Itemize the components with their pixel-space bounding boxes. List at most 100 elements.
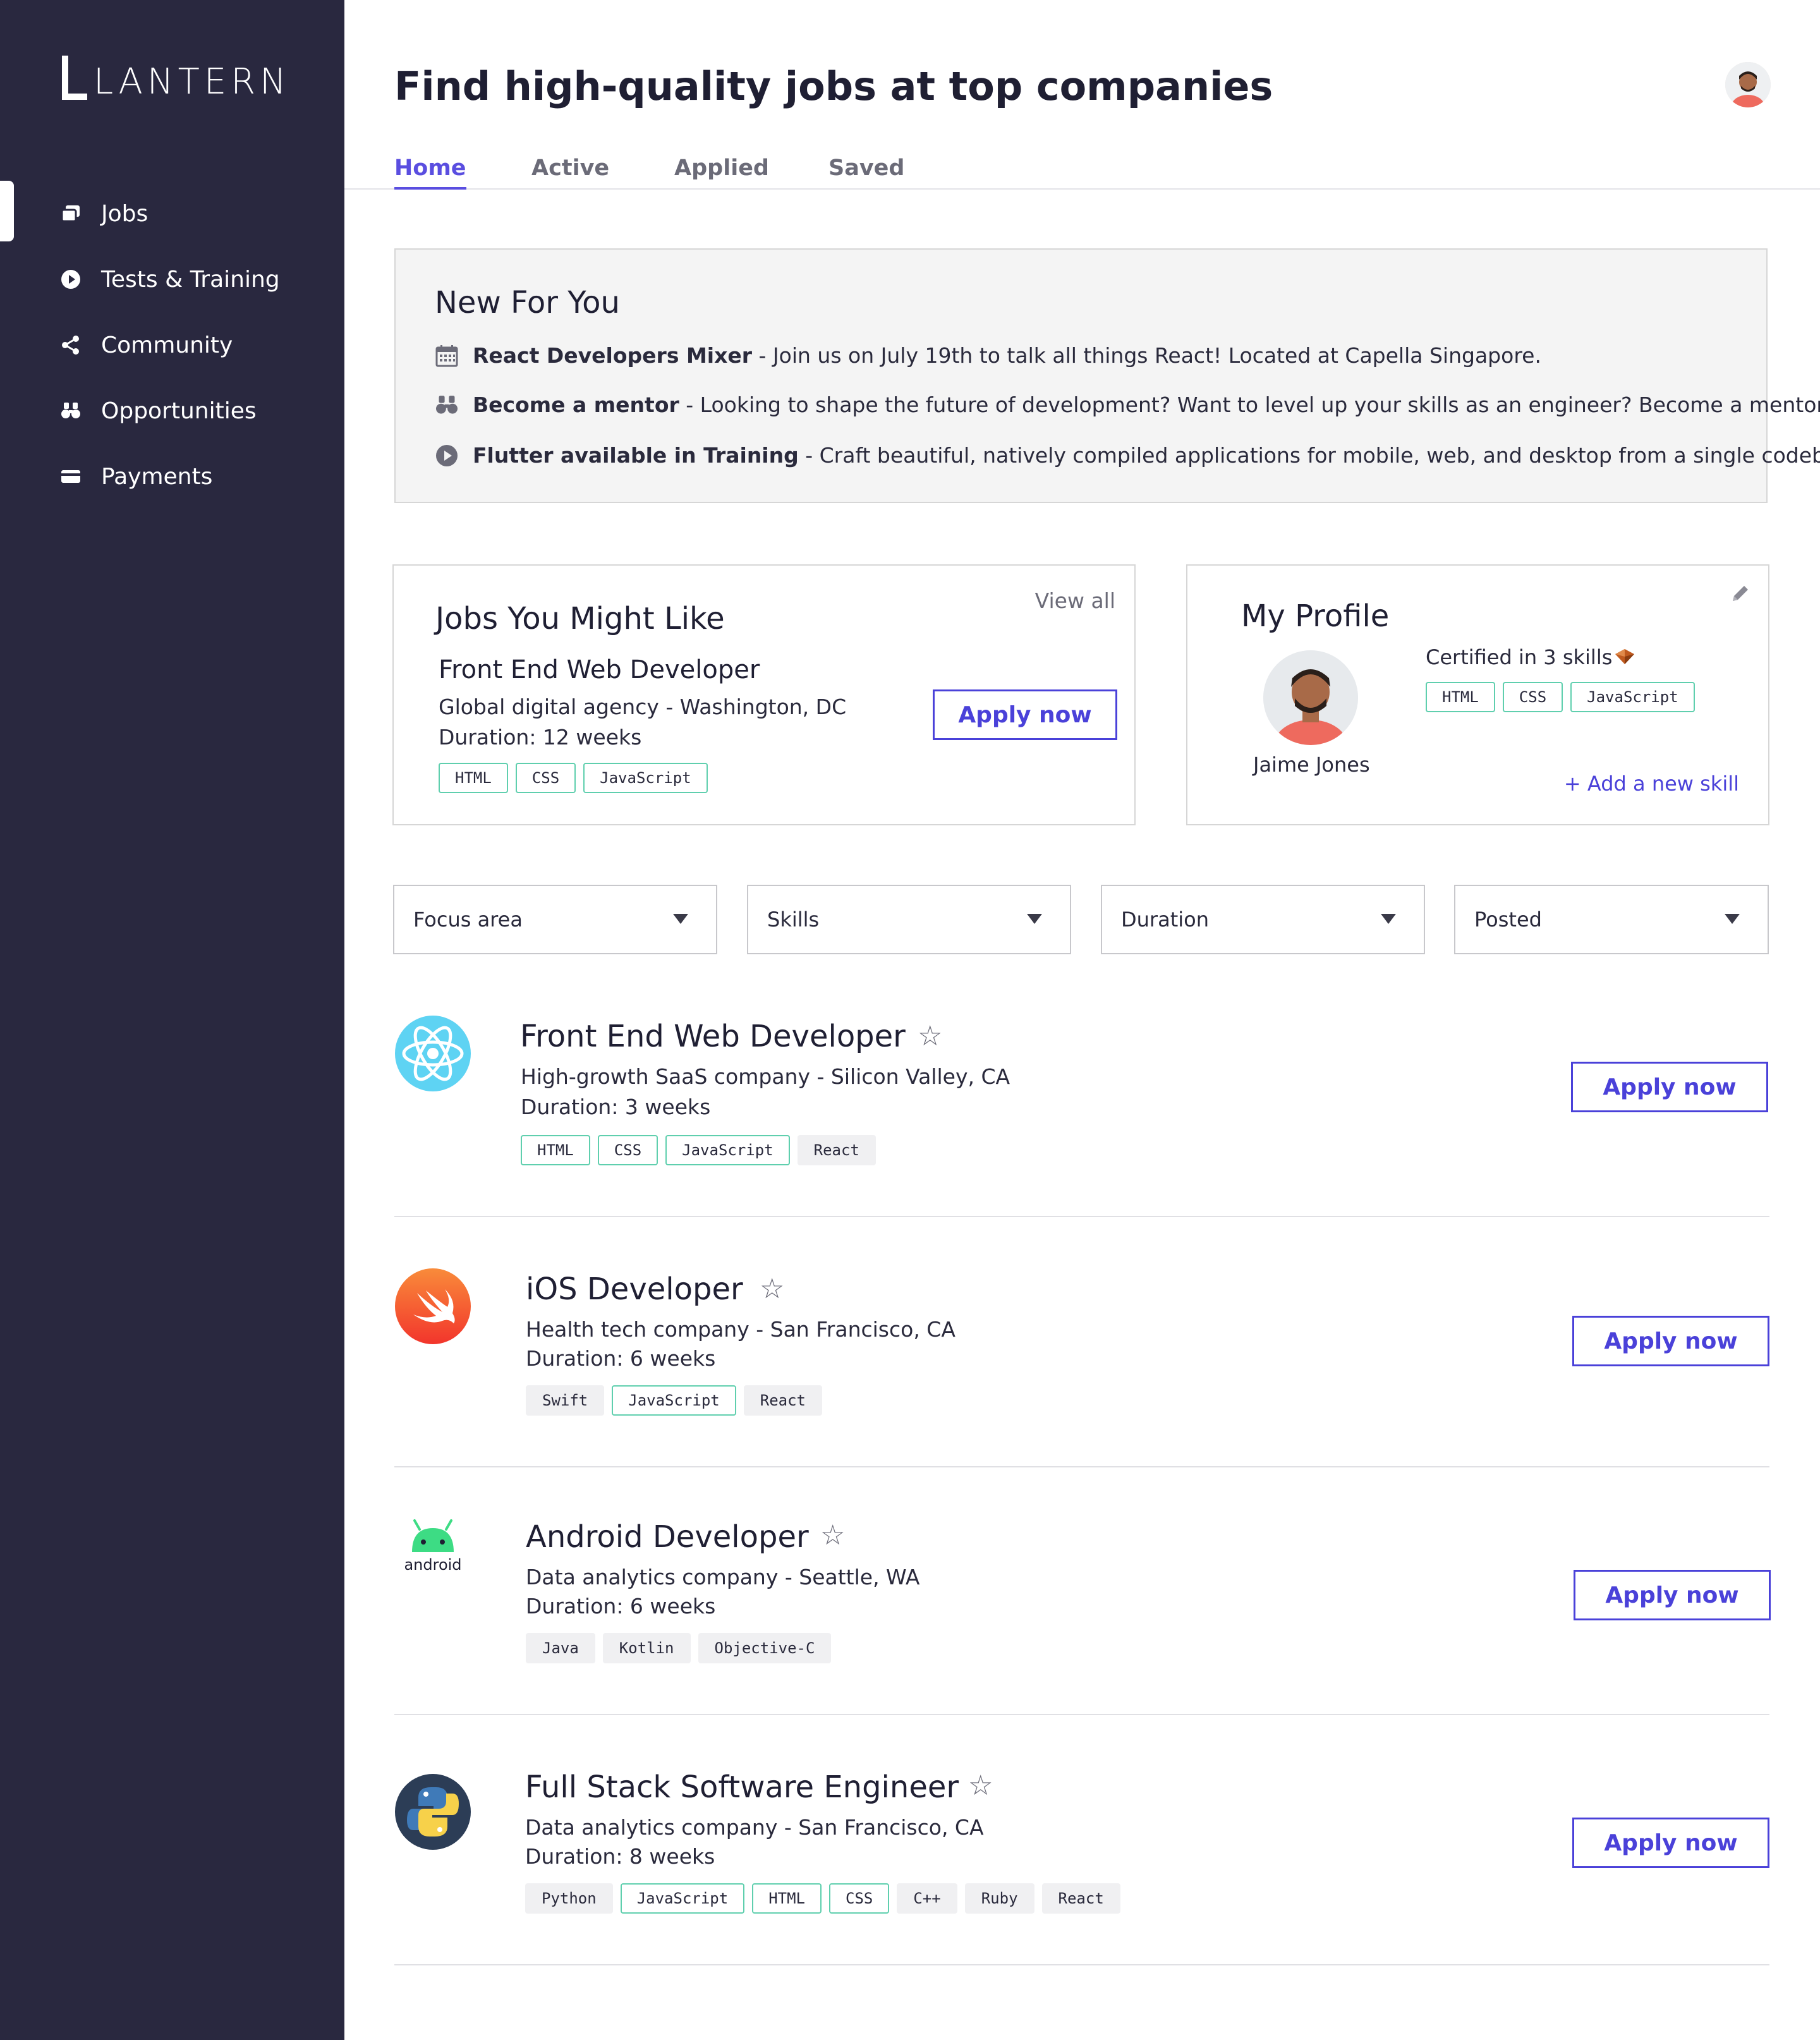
- binoculars-icon: [435, 393, 459, 417]
- certified-count: Certified in 3 skills: [1426, 645, 1613, 669]
- card-icon: [60, 466, 82, 487]
- job-title[interactable]: Front End Web Developer: [439, 655, 760, 684]
- job-title[interactable]: Full Stack Software Engineer: [525, 1770, 959, 1805]
- dropdown-label: Duration: [1121, 908, 1209, 932]
- news-item[interactable]: Flutter available in Training - Craft be…: [435, 443, 1820, 468]
- tab-active[interactable]: Active: [531, 155, 609, 181]
- skill-tag: CSS: [597, 1135, 658, 1165]
- star-icon[interactable]: ☆: [968, 1770, 993, 1802]
- posted-dropdown[interactable]: Posted: [1454, 885, 1769, 954]
- sidebar-item-label: Opportunities: [101, 398, 257, 424]
- chevron-down-icon: [1381, 914, 1396, 924]
- divider: [394, 1466, 1769, 1467]
- apply-now-button[interactable]: Apply now: [1572, 1316, 1769, 1366]
- card-title: My Profile: [1241, 598, 1390, 634]
- skill-tag: HTML: [439, 763, 508, 793]
- chevron-down-icon: [673, 914, 688, 924]
- python-logo: [394, 1773, 471, 1850]
- sidebar-item-community[interactable]: Community: [0, 312, 344, 378]
- new-for-you-panel: New For You React Developers Mixer - Joi…: [394, 248, 1820, 503]
- focus-area-dropdown[interactable]: Focus area: [393, 885, 717, 954]
- skill-tag: React: [797, 1135, 876, 1165]
- sidebar-item-label: Community: [101, 332, 233, 358]
- job-duration: Duration: 3 weeks: [521, 1095, 711, 1119]
- apply-now-button[interactable]: Apply now: [933, 689, 1117, 740]
- job-title[interactable]: Android Developer: [526, 1519, 809, 1555]
- job-title[interactable]: Front End Web Developer: [520, 1019, 906, 1054]
- apply-now-button[interactable]: Apply now: [1572, 1818, 1769, 1868]
- calendar-icon: [435, 344, 459, 368]
- sidebar-item-jobs[interactable]: Jobs: [0, 181, 344, 246]
- sidebar-item-label: Payments: [101, 463, 213, 490]
- tab-bar: Home Active Applied Saved: [344, 145, 1820, 190]
- react-logo: [394, 1015, 471, 1092]
- star-icon[interactable]: ☆: [918, 1020, 942, 1052]
- sidebar: LANTERN Jobs Tests & Training Community …: [0, 0, 344, 2040]
- certified-badge-icon: [1614, 648, 1635, 668]
- view-all-link[interactable]: View all: [1035, 588, 1115, 613]
- sidebar-item-opportunities[interactable]: Opportunities: [0, 378, 344, 444]
- page-title: Find high-quality jobs at top companies: [394, 63, 1273, 109]
- profile-avatar[interactable]: [1263, 650, 1358, 745]
- skill-tags: Python JavaScript HTML CSS C++ Ruby Reac…: [525, 1883, 1120, 1914]
- job-listing: android Android Developer ☆ Data analyti…: [394, 1512, 1771, 1718]
- skill-tag: Objective-C: [698, 1633, 832, 1663]
- job-listing: Full Stack Software Engineer ☆ Data anal…: [394, 1761, 1769, 1967]
- news-item-title: Become a mentor: [473, 392, 679, 417]
- avatar[interactable]: [1725, 62, 1771, 107]
- job-duration: Duration: 12 weeks: [439, 725, 642, 750]
- skill-tags: HTML CSS JavaScript React: [521, 1135, 876, 1165]
- skill-tag: HTML: [752, 1883, 822, 1914]
- job-title[interactable]: iOS Developer: [526, 1272, 743, 1307]
- brand-logo[interactable]: LANTERN: [62, 56, 291, 100]
- profile-name: Jaime Jones: [1253, 753, 1370, 777]
- skills-dropdown[interactable]: Skills: [747, 885, 1071, 954]
- edit-pencil-icon[interactable]: [1729, 582, 1752, 607]
- skill-tags: Swift JavaScript React: [526, 1385, 822, 1416]
- job-company: Global digital agency - Washington, DC: [439, 695, 847, 719]
- job-duration: Duration: 6 weeks: [526, 1346, 716, 1371]
- job-company: High-growth SaaS company - Silicon Valle…: [521, 1064, 1010, 1089]
- job-company: Data analytics company - Seattle, WA: [526, 1565, 920, 1589]
- job-listing: iOS Developer ☆ Health tech company - Sa…: [394, 1264, 1769, 1470]
- profile-skill-tags: HTML CSS JavaScript: [1426, 682, 1695, 712]
- card-title: Jobs You Might Like: [435, 601, 725, 636]
- play-icon: [60, 269, 82, 290]
- new-for-you-title: New For You: [435, 285, 620, 320]
- job-company: Health tech company - San Francisco, CA: [526, 1317, 956, 1342]
- skill-tag: CSS: [1502, 682, 1563, 712]
- tab-applied[interactable]: Applied: [674, 155, 769, 181]
- tab-saved[interactable]: Saved: [828, 155, 904, 181]
- swift-logo: [394, 1268, 471, 1345]
- skill-tag: React: [1041, 1883, 1120, 1914]
- news-item-text: - Looking to shape the future of develop…: [679, 392, 1820, 417]
- duration-dropdown[interactable]: Duration: [1101, 885, 1425, 954]
- binoculars-icon: [60, 400, 82, 422]
- skill-tag: JavaScript: [583, 763, 708, 793]
- dropdown-label: Skills: [767, 908, 820, 932]
- news-item-title: React Developers Mixer: [473, 343, 753, 368]
- apply-now-button[interactable]: Apply now: [1571, 1062, 1768, 1112]
- news-item[interactable]: React Developers Mixer - Join us on July…: [435, 343, 1541, 368]
- play-circle-icon: [435, 444, 459, 468]
- tab-home[interactable]: Home: [394, 155, 466, 190]
- skill-tags: Java Kotlin Objective-C: [526, 1633, 832, 1663]
- chevron-down-icon: [1725, 914, 1740, 924]
- apply-now-button[interactable]: Apply now: [1574, 1570, 1771, 1620]
- skill-tag: CSS: [829, 1883, 890, 1914]
- skill-tag: HTML: [521, 1135, 590, 1165]
- news-item-title: Flutter available in Training: [473, 443, 799, 468]
- skill-tag: Kotlin: [602, 1633, 691, 1663]
- sidebar-item-label: Jobs: [101, 200, 149, 227]
- skill-tag: JavaScript: [665, 1135, 790, 1165]
- sidebar-item-payments[interactable]: Payments: [0, 444, 344, 509]
- skill-tag: C++: [897, 1883, 957, 1914]
- star-icon[interactable]: ☆: [820, 1519, 845, 1551]
- news-item[interactable]: Become a mentor - Looking to shape the f…: [435, 392, 1820, 417]
- news-item-text: - Join us on July 19th to talk all thing…: [752, 343, 1541, 368]
- share-icon: [60, 334, 82, 356]
- jobs-you-might-like-card: Jobs You Might Like View all Front End W…: [392, 564, 1136, 825]
- star-icon[interactable]: ☆: [760, 1273, 784, 1305]
- sidebar-item-tests-training[interactable]: Tests & Training: [0, 246, 344, 312]
- add-skill-link[interactable]: + Add a new skill: [1564, 772, 1739, 796]
